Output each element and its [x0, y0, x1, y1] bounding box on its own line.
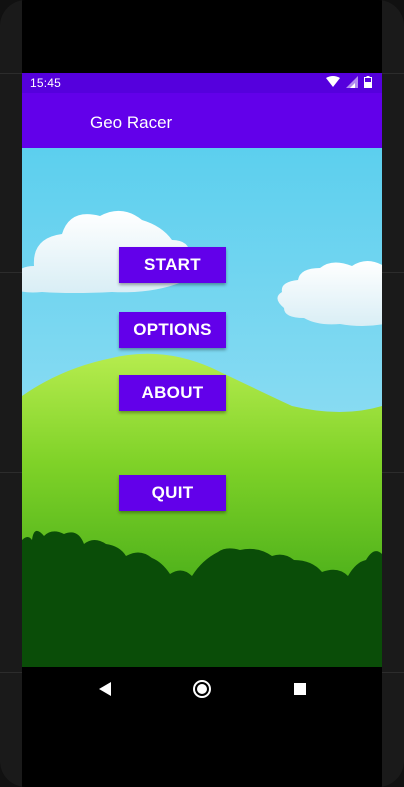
back-icon[interactable] — [95, 679, 115, 699]
frame-divider — [0, 472, 22, 473]
frame-divider — [0, 73, 22, 74]
wifi-icon — [326, 76, 340, 91]
cell-signal-icon — [346, 76, 358, 91]
start-button[interactable]: START — [119, 247, 226, 283]
screen-bottom-bezel — [22, 711, 382, 787]
navigation-bar — [22, 667, 382, 711]
status-icons — [326, 76, 372, 91]
status-time: 15:45 — [30, 76, 62, 90]
battery-icon — [364, 76, 372, 91]
cloud-right — [277, 261, 382, 326]
screen-top-bezel — [22, 0, 382, 73]
frame-divider — [0, 672, 22, 673]
home-icon[interactable] — [192, 679, 212, 699]
status-bar: 15:45 — [22, 73, 382, 93]
quit-button[interactable]: QUIT — [119, 475, 226, 511]
app-bar: Geo Racer — [22, 93, 382, 148]
frame-left-bezel — [0, 0, 22, 787]
options-button[interactable]: OPTIONS — [119, 312, 226, 348]
frame-divider — [0, 272, 22, 273]
about-button[interactable]: ABOUT — [119, 375, 226, 411]
frame-divider — [382, 672, 404, 673]
app-title: Geo Racer — [90, 113, 173, 132]
phone-frame: 15:45 Geo Racer START OPTIONS ABOUT QUIT — [0, 0, 404, 787]
frame-right-bezel — [382, 0, 404, 787]
frame-divider — [382, 73, 404, 74]
frame-divider — [382, 472, 404, 473]
recent-apps-icon[interactable] — [290, 679, 310, 699]
frame-divider — [382, 272, 404, 273]
